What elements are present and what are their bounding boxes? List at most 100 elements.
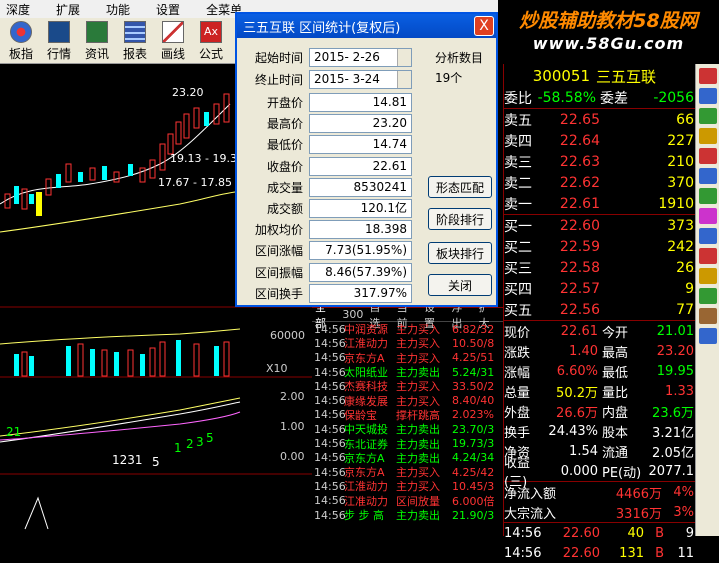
bid-row: 买五 22.56 77	[504, 299, 695, 320]
macd-icon[interactable]	[699, 208, 717, 224]
flow-value: 3316万	[615, 506, 662, 522]
ticker-action: 主力买入	[396, 480, 440, 494]
rsi-icon[interactable]	[699, 228, 717, 244]
indicator-number: 1	[174, 441, 182, 455]
toolbar-button-index[interactable]: 板指	[2, 18, 40, 62]
ticker-row[interactable]: 14:56 中润资源 主力买入 6.82/32	[312, 322, 503, 337]
order-level-label: 买三	[504, 260, 532, 277]
ticker-time: 14:56	[314, 394, 346, 408]
ticker-row[interactable]: 14:56 步 步 高主力卖出 21.90/3	[312, 508, 503, 523]
banner-title: 炒股辅助教材58股网	[519, 10, 698, 32]
toolbar-button-market[interactable]: 行情	[40, 18, 78, 62]
ticker-name: 京东方A	[344, 466, 385, 480]
info-icon[interactable]	[699, 328, 717, 344]
ticker-name: 京东方A	[344, 451, 385, 465]
menu-item-function[interactable]: 功能	[100, 1, 136, 18]
ticker-row[interactable]: 14:56 保龄宝 撑杆跳高 2.023%	[312, 408, 503, 422]
dollar-icon[interactable]	[699, 248, 717, 264]
ticker-row[interactable]: 14:56 杰赛科技 主力买入 33.50/2	[312, 379, 503, 394]
pattern-match-button[interactable]: 形态匹配	[428, 176, 492, 198]
order-price: 22.64	[559, 132, 600, 149]
stat-label: 外盘	[504, 405, 531, 421]
toolbar-button-draw[interactable]: 画线	[154, 18, 192, 62]
ticker-value: 10.45/3	[452, 479, 495, 493]
toolbar-button-report[interactable]: 报表	[116, 18, 154, 62]
ticker-action: 主力卖出	[396, 437, 440, 451]
ticker-time: 14:56	[314, 408, 346, 422]
menu-item-depth[interactable]: 深度	[0, 1, 36, 18]
indicator-number: 1231	[112, 453, 143, 467]
order-price: 22.63	[559, 153, 600, 170]
ticker-row[interactable]: 14:56 康缘发展 主力买入 8.40/40	[312, 393, 503, 408]
ticker-value: 23.70/3	[452, 422, 495, 436]
order-volume: 9	[685, 280, 694, 297]
flow-row: 净流入额 4466万 4%	[504, 482, 695, 502]
wei-bi-value: -58.58%	[537, 90, 596, 106]
ticker-row[interactable]: 14:56 中天城投 主力卖出 23.70/3	[312, 422, 503, 437]
ticker-row[interactable]: 14:56 京东方A 主力买入 4.25/42	[312, 465, 503, 480]
trade-row: 14:56 22.60 40 B 9	[504, 523, 695, 543]
toolbar-label: 画线	[160, 47, 185, 61]
pen-icon[interactable]	[699, 308, 717, 324]
ticker-row[interactable]: 14:56 京东方A 主力卖出 4.24/34	[312, 451, 503, 465]
menu-item-extend[interactable]: 扩展	[50, 1, 86, 18]
toolbar-label: 资讯	[84, 47, 109, 61]
ticker-row[interactable]: 14:56 京东方A 主力买入 4.25/51	[312, 351, 503, 365]
volume-icon[interactable]	[699, 168, 717, 184]
ask-row: 卖一 22.61 1910	[504, 193, 695, 214]
spinner-icon[interactable]	[397, 71, 411, 88]
ticker-row[interactable]: 14:56 江淮动力 主力买入 10.50/8	[312, 336, 503, 351]
stat-label: 换手	[504, 425, 531, 441]
ticker-name: 太阳纸业	[344, 366, 388, 380]
toolbar-button-formula[interactable]: Ax 公式	[192, 18, 230, 62]
ticker-action: 主力买入	[396, 351, 440, 365]
ticker-row[interactable]: 14:56 江准动力 区间放量 6.000倍	[312, 494, 503, 508]
ask-list: 卖五 22.65 66 卖四 22.64 227 卖三 22.63 210 卖二 22.62 370 卖…	[504, 109, 695, 215]
order-level-label: 买四	[504, 281, 532, 298]
sector-rank-button[interactable]: 板块排行	[428, 242, 492, 264]
stat-label: 最高	[602, 345, 629, 361]
stat-value: 21.01	[656, 323, 694, 339]
close-button[interactable]: 关闭	[428, 274, 492, 296]
grid-icon[interactable]	[699, 108, 717, 124]
ticker-row[interactable]: 14:56 江淮动力 主力买入 10.45/3	[312, 479, 503, 494]
close-icon[interactable]: X	[474, 16, 494, 36]
stats-list: 现价 22.61 今开 21.01 涨跌 1.40 最高 23.20 涨幅 6.60% 最低 19.9…	[504, 321, 695, 490]
kdj-icon[interactable]	[699, 188, 717, 204]
ticker-row[interactable]: 14:56 东北证券 主力卖出 19.73/3	[312, 436, 503, 451]
trend-icon[interactable]	[699, 148, 717, 164]
stat-value: 26.6万	[556, 405, 598, 421]
start-date-picker[interactable]: 2015- 2-26	[309, 48, 412, 67]
trade-side: B	[655, 525, 664, 541]
tab-300[interactable]: 300	[339, 308, 366, 321]
end-date-picker[interactable]: 2015- 3-24	[309, 70, 412, 89]
dialog-stat-label: 成交额	[266, 202, 303, 216]
dialog-title-bar: 三五互联 区间统计(复权后) X	[237, 14, 496, 38]
bid-row: 买四 22.57 9	[504, 278, 695, 299]
spinner-icon[interactable]	[397, 49, 411, 66]
end-date-label: 终止时间	[254, 73, 303, 87]
indicator-axis-label: 1.00	[280, 420, 305, 433]
order-volume: 227	[667, 132, 694, 149]
candle-icon[interactable]	[699, 128, 717, 144]
ask-row: 卖二 22.62 370	[504, 172, 695, 193]
dialog-stat-value: 317.97%	[309, 283, 412, 303]
list-icon[interactable]	[699, 88, 717, 104]
ticker-action: 主力买入	[396, 394, 440, 408]
stat-value: 22.61	[560, 323, 598, 339]
order-volume: 210	[667, 153, 694, 170]
order-price: 22.57	[559, 280, 600, 297]
arrow-up-icon[interactable]	[699, 268, 717, 284]
ticker-time: 14:56	[314, 508, 346, 522]
toolbar-button-news[interactable]: 资讯	[78, 18, 116, 62]
menu-item-settings[interactable]: 设置	[150, 1, 186, 18]
ticker-row[interactable]: 14:56 太阳纸业 主力卖出 5.24/31	[312, 365, 503, 380]
stage-rank-button[interactable]: 阶段排行	[428, 208, 492, 230]
chart-icon[interactable]	[699, 68, 717, 84]
order-volume: 242	[667, 238, 694, 255]
trade-volume: 131	[619, 545, 644, 561]
arrow-down-icon[interactable]	[699, 288, 717, 304]
ticker-action: 主力买入	[396, 466, 440, 480]
ticker-action: 主力买入	[396, 337, 440, 351]
trade-volume: 40	[627, 525, 644, 541]
